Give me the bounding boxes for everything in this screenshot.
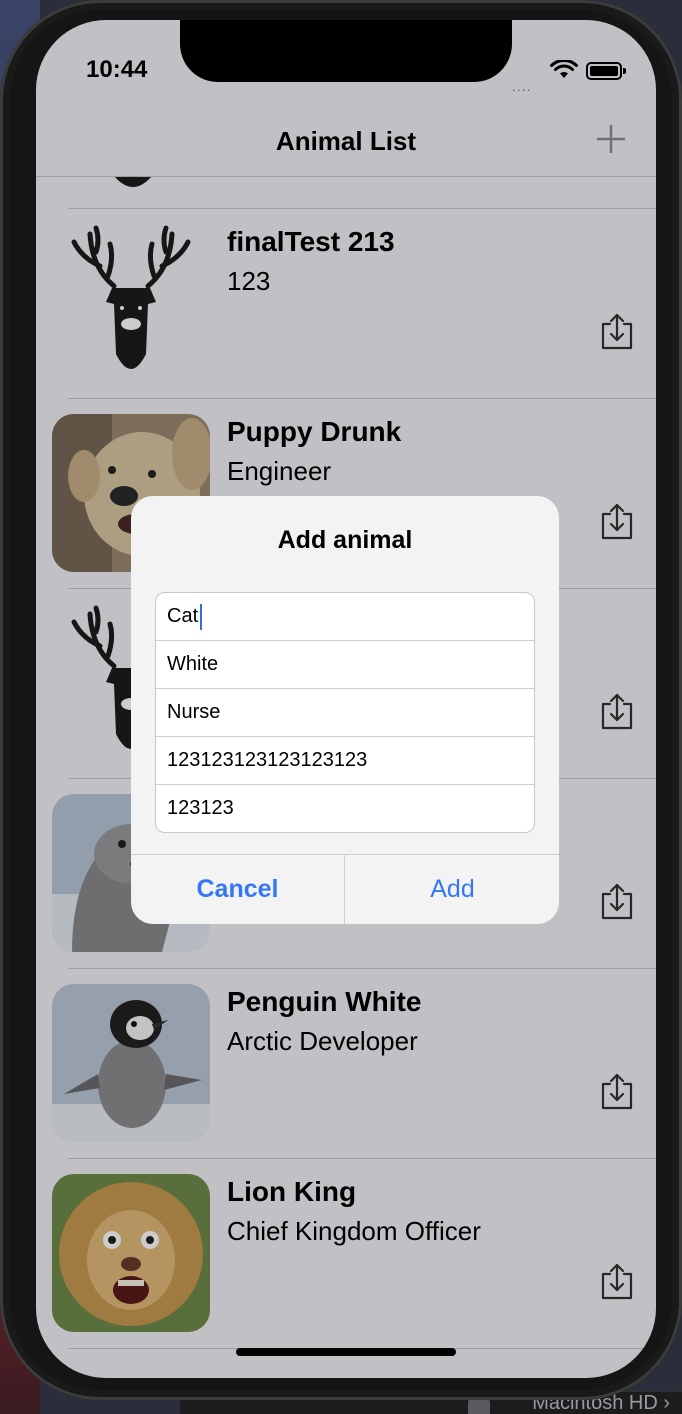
code-field-row bbox=[156, 784, 534, 832]
button-divider bbox=[344, 855, 345, 924]
home-indicator bbox=[236, 1348, 456, 1356]
alert-title: Add animal bbox=[277, 526, 413, 554]
alert-button-bar: Cancel Add bbox=[131, 854, 559, 924]
phone-screen: 10:44 .... Animal List finalTest 213 123… bbox=[36, 20, 656, 1378]
name-field[interactable] bbox=[156, 593, 534, 640]
color-field-row bbox=[156, 640, 534, 688]
color-field[interactable] bbox=[156, 641, 534, 688]
alert-text-fields bbox=[155, 592, 535, 833]
code-field[interactable] bbox=[156, 785, 534, 832]
occupation-field-row bbox=[156, 688, 534, 736]
add-animal-alert: Add animal Canc bbox=[131, 496, 559, 924]
number-field[interactable] bbox=[156, 737, 534, 784]
cancel-button[interactable]: Cancel bbox=[131, 855, 344, 924]
simulator-device-frame: 10:44 .... Animal List finalTest 213 123… bbox=[0, 0, 682, 1400]
notch bbox=[180, 20, 512, 82]
name-field-row bbox=[156, 593, 534, 640]
text-caret bbox=[200, 604, 202, 630]
occupation-field[interactable] bbox=[156, 689, 534, 736]
disk-icon bbox=[468, 1400, 490, 1414]
add-button[interactable]: Add bbox=[346, 855, 559, 924]
number-field-row bbox=[156, 736, 534, 784]
